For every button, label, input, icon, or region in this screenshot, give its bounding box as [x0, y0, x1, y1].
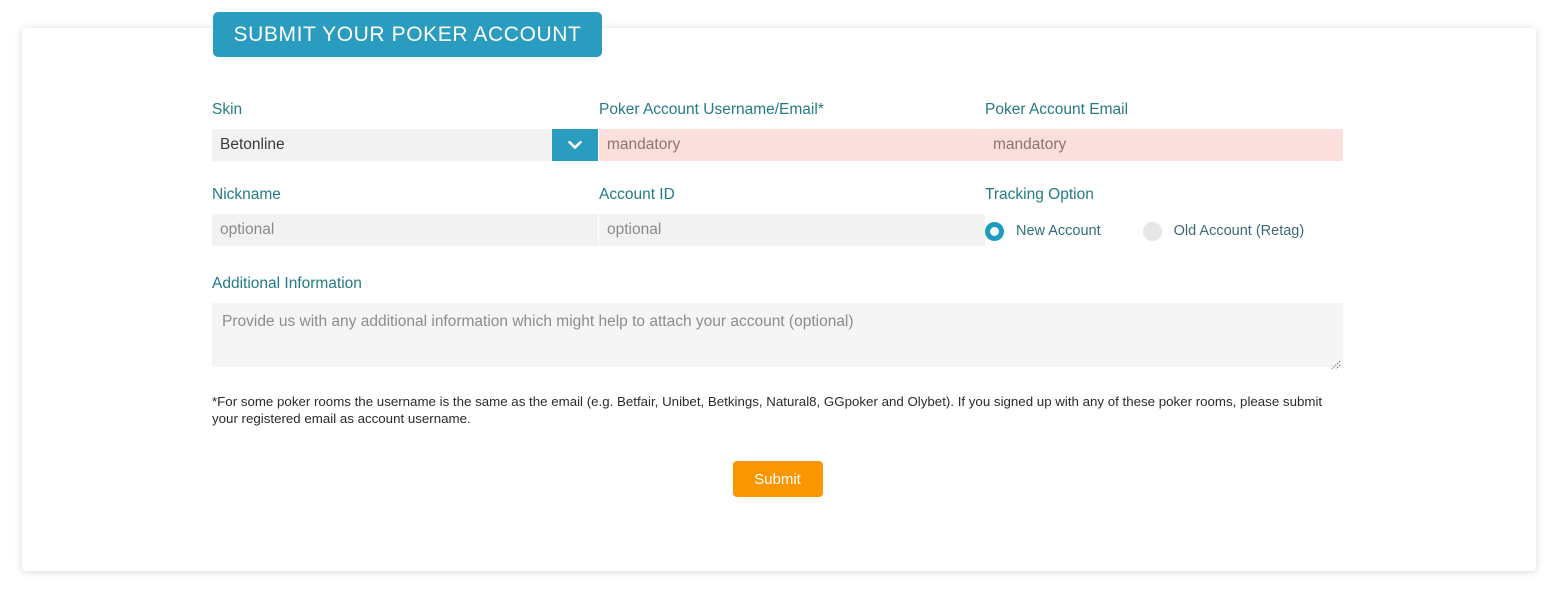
chevron-down-icon[interactable] — [552, 129, 598, 161]
field-nickname: Nickname — [212, 185, 598, 246]
radio-unselected-icon[interactable] — [1142, 221, 1162, 241]
form-header-tab: SUBMIT YOUR POKER ACCOUNT — [213, 12, 602, 57]
email-input[interactable] — [985, 129, 1343, 161]
form-title: SUBMIT YOUR POKER ACCOUNT — [233, 22, 582, 46]
field-account-id: Account ID — [599, 185, 985, 246]
nickname-input[interactable] — [212, 214, 598, 246]
field-skin: Skin Betonline — [212, 100, 598, 161]
radio-selected-icon[interactable] — [985, 221, 1004, 241]
field-tracking-option: Tracking Option New Account Old Account … — [985, 185, 1343, 246]
skin-label: Skin — [212, 101, 243, 118]
footnote-text: *For some poker rooms the username is th… — [212, 394, 1323, 426]
tracking-option-radio-group: New Account Old Account (Retag) — [985, 214, 1343, 246]
field-email: Poker Account Email — [985, 100, 1343, 161]
nickname-label: Nickname — [212, 186, 281, 203]
tracking-option-label: Tracking Option — [985, 186, 1094, 203]
additional-information-wrapper — [212, 303, 1343, 372]
account-id-label: Account ID — [599, 186, 675, 203]
form-row-1: Skin Betonline Poker Account Username/Em… — [212, 100, 1343, 161]
radio-new-account[interactable]: New Account — [985, 221, 1101, 241]
skin-select[interactable]: Betonline — [212, 129, 598, 161]
account-submission-form: Skin Betonline Poker Account Username/Em… — [212, 100, 1343, 497]
radio-old-account-label: Old Account (Retag) — [1173, 223, 1305, 239]
username-input[interactable] — [599, 129, 985, 161]
account-id-input[interactable] — [599, 214, 985, 246]
additional-information-label: Additional Information — [212, 275, 362, 292]
username-label: Poker Account Username/Email* — [599, 101, 824, 118]
field-additional-information: Additional Information — [212, 274, 1343, 372]
submit-button[interactable]: Submit — [732, 461, 823, 497]
form-row-2: Nickname Account ID Tracking Option New … — [212, 185, 1343, 246]
additional-information-textarea[interactable] — [212, 303, 1343, 367]
submit-row: Submit — [212, 461, 1343, 497]
email-label: Poker Account Email — [985, 101, 1129, 118]
skin-select-value[interactable]: Betonline — [212, 129, 552, 161]
field-username: Poker Account Username/Email* — [599, 100, 985, 161]
radio-old-account[interactable]: Old Account (Retag) — [1142, 221, 1305, 241]
radio-new-account-label: New Account — [1016, 223, 1101, 239]
page-root: SUBMIT YOUR POKER ACCOUNT Skin Betonline… — [0, 0, 1557, 598]
